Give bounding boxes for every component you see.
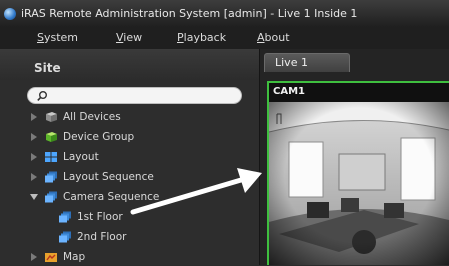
annotation-arrow-icon xyxy=(130,168,262,215)
